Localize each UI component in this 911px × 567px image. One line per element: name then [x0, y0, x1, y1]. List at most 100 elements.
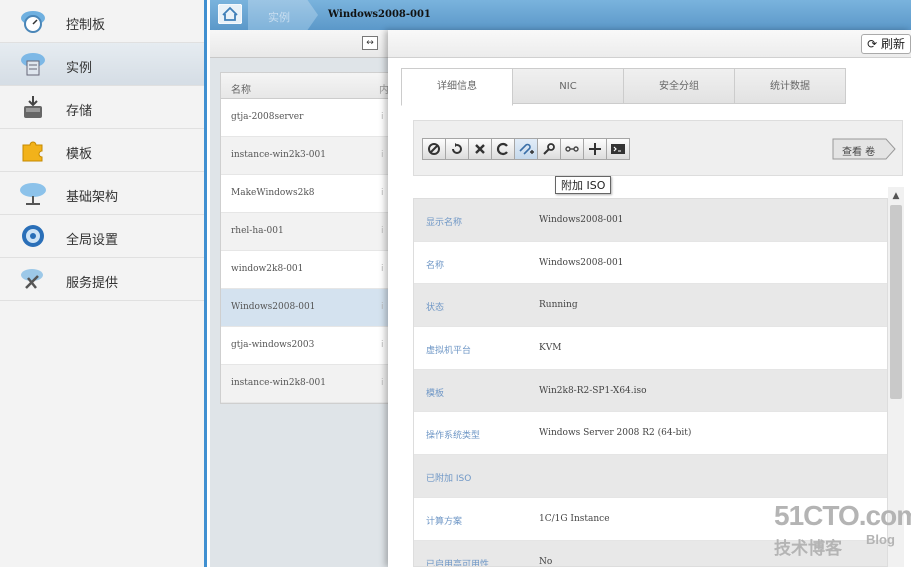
refresh-button[interactable]: ⟳ 刷新 [861, 34, 911, 54]
property-row: 虚拟机平台 KVM [414, 327, 887, 370]
property-value: Windows2008-001 [539, 257, 624, 268]
sidebar-item-global-settings[interactable]: 全局设置 [0, 215, 204, 258]
stop-button[interactable] [422, 138, 446, 160]
console-icon [611, 144, 625, 154]
column-header-name[interactable]: 名称 [231, 81, 251, 96]
property-value: Windows Server 2008 R2 (64-bit) [539, 428, 692, 439]
sidebar-item-label: 控制板 [66, 18, 106, 33]
row-name: gtja-windows2003 [231, 340, 315, 350]
row-name: instance-win2k8-001 [231, 378, 326, 388]
sidebar-item-storage[interactable]: 存储 [0, 86, 204, 129]
migrate-button[interactable] [583, 138, 607, 160]
breadcrumb-instances[interactable]: 实例 [248, 0, 318, 30]
tab-statistics[interactable]: 统计数据 [734, 68, 846, 104]
property-row: 名称 Windows2008-001 [414, 242, 887, 285]
sidebar-item-service-offerings[interactable]: 服务提供 [0, 258, 204, 301]
property-key: 已附加 ISO [426, 474, 472, 485]
table-row[interactable]: instance-win2k8-001 i [221, 365, 389, 403]
property-row: 状态 Running [414, 284, 887, 328]
row-ext: i [381, 340, 384, 350]
sidebar-item-dashboard[interactable]: 控制板 [0, 0, 204, 43]
reboot-button[interactable] [445, 138, 469, 160]
watermark: 51CTO.com 技术博客 Blog [770, 500, 911, 560]
property-value: 1C/1G Instance [539, 513, 610, 524]
table-row-selected[interactable]: Windows2008-001 i [221, 289, 389, 327]
table-row[interactable]: gtja-windows2003 i [221, 327, 389, 365]
row-ext: i [381, 112, 384, 122]
watermark-main: 51CTO.com [774, 500, 911, 531]
action-toolbar: 查看 卷 [413, 120, 903, 176]
link-icon [565, 146, 579, 152]
property-row: 显示名称 Windows2008-001 [414, 199, 887, 242]
property-row: 模板 Win2k8-R2-SP1-X64.iso [414, 369, 887, 413]
reboot-icon [452, 143, 462, 154]
table-row[interactable]: MakeWindows2k8 i [221, 175, 389, 213]
sidebar-item-label: 基础架构 [66, 190, 119, 205]
destroy-button[interactable] [468, 138, 492, 160]
refresh-label: 刷新 [880, 37, 905, 51]
property-row: 操作系统类型 Windows Server 2008 R2 (64-bit) [414, 412, 887, 456]
table-row[interactable]: instance-win2k3-001 i [221, 137, 389, 175]
view-volumes-button[interactable]: 查看 卷 [832, 138, 896, 160]
property-key: 计算方案 [426, 516, 463, 527]
service-offerings-icon [21, 269, 43, 289]
change-offering-button[interactable] [560, 138, 584, 160]
breadcrumb-current: Windows2008-001 [328, 9, 431, 20]
storage-icon [24, 96, 42, 118]
move-icon [589, 143, 601, 155]
expand-collapse-button[interactable]: ↔ [362, 36, 378, 50]
template-icon [22, 141, 43, 162]
action-button-group [422, 138, 630, 160]
reset-password-button[interactable] [537, 138, 561, 160]
sidebar-item-label: 实例 [66, 61, 93, 76]
row-name: rhel-ha-001 [231, 226, 284, 236]
breadcrumb-instances-label: 实例 [268, 11, 290, 24]
home-button[interactable] [217, 3, 243, 25]
property-value: No [539, 556, 553, 567]
home-icon [217, 3, 243, 25]
row-ext: i [381, 226, 384, 236]
sidebar-item-infrastructure[interactable]: 基础架构 [0, 172, 204, 215]
close-icon [475, 144, 485, 154]
restore-button[interactable] [491, 138, 515, 160]
tab-security-groups[interactable]: 安全分组 [623, 68, 735, 104]
restore-icon [496, 142, 508, 156]
attach-iso-button[interactable] [514, 138, 538, 160]
property-key: 操作系统类型 [426, 431, 481, 442]
stop-icon [428, 143, 440, 155]
property-value: Win2k8-R2-SP1-X64.iso [539, 385, 647, 396]
sidebar: 控制板 实例 存储 模板 基础架构 全局设置 服务提供 [0, 0, 207, 567]
scroll-up-icon[interactable]: ▲ [888, 191, 904, 203]
sidebar-item-instances[interactable]: 实例 [0, 43, 204, 86]
instances-icon [21, 53, 45, 76]
sidebar-item-templates[interactable]: 模板 [0, 129, 204, 172]
watermark-sub: 技术博客 [774, 539, 842, 559]
global-settings-icon [22, 225, 44, 247]
dashboard-icon [21, 11, 45, 33]
row-name: instance-win2k3-001 [231, 150, 326, 160]
row-name: window2k8-001 [231, 264, 304, 274]
table-row[interactable]: gtja-2008server i [221, 99, 389, 137]
row-ext: i [381, 264, 384, 274]
row-ext: i [381, 378, 384, 388]
tab-nic[interactable]: NIC [512, 68, 624, 104]
sidebar-item-label: 全局设置 [66, 233, 119, 248]
attach-iso-tooltip: 附加 ISO [555, 176, 612, 194]
sidebar-item-label: 模板 [66, 147, 93, 162]
row-ext: i [381, 188, 384, 198]
scroll-thumb[interactable] [890, 205, 902, 399]
table-row[interactable]: rhel-ha-001 i [221, 213, 389, 251]
view-volumes-label: 查看 卷 [842, 147, 876, 158]
table-row[interactable]: window2k8-001 i [221, 251, 389, 289]
sidebar-item-label: 存储 [66, 104, 93, 119]
tab-details[interactable]: 详细信息 [401, 68, 513, 106]
row-name: gtja-2008server [231, 112, 304, 122]
list-toolbar: ↔ [210, 30, 390, 58]
property-key: 显示名称 [426, 218, 463, 228]
row-name: Windows2008-001 [231, 302, 316, 312]
instance-detail-panel: ⟳ 刷新 详细信息 NIC 安全分组 统计数据 查看 卷 显示名称 Window… [388, 30, 911, 567]
console-button[interactable] [606, 138, 630, 160]
property-key: 模板 [426, 388, 445, 399]
instance-table: 名称 内 gtja-2008server i instance-win2k3-00… [220, 72, 390, 404]
breadcrumb: 实例 Windows2008-001 [210, 0, 911, 30]
